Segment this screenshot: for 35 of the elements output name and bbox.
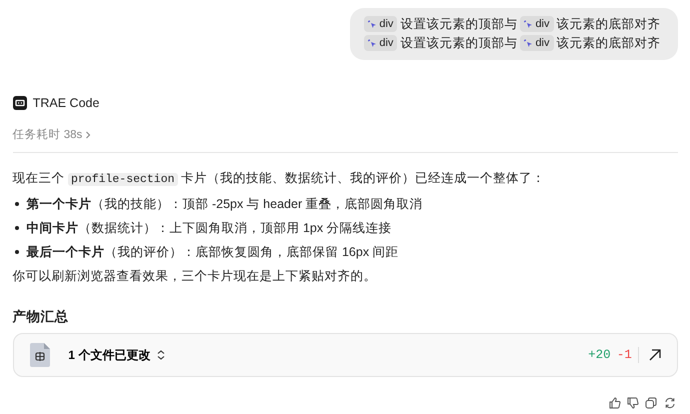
bullet-dot — [14, 202, 18, 206]
paragraph: 你可以刷新浏览器查看效果，三个卡片现在是上下紧贴对齐的。 — [12, 268, 378, 285]
chevron-right-icon[interactable] — [85, 131, 92, 140]
app-logo-icon — [12, 96, 26, 110]
assistant-name: TRAE Code — [32, 95, 100, 112]
file-icon — [30, 343, 50, 368]
message-text: 设置该元素的顶部与 — [400, 16, 518, 33]
element-chip[interactable]: div — [520, 35, 554, 51]
message-text: 该元素的底部对齐 — [556, 16, 660, 33]
list-item-text: 最后一个卡片（我的评价）：底部恢复圆角，底部保留 16px 间距 — [26, 245, 399, 259]
message-text: 该元素的底部对齐 — [556, 35, 660, 52]
list-item-text: 中间卡片（数据统计）：上下圆角取消，顶部用 1px 分隔线连接 — [26, 221, 392, 235]
message-text: 设置该元素的顶部与 — [400, 35, 518, 52]
cursor-click-icon — [368, 20, 378, 28]
bullet-dot — [14, 226, 18, 230]
cursor-click-icon — [524, 38, 534, 48]
thumbs-up-icon[interactable] — [608, 397, 621, 410]
lines-added: +20 — [588, 346, 611, 364]
cursor-click-icon — [368, 38, 378, 48]
cursor-click-icon — [524, 20, 534, 28]
bullet-dot — [14, 250, 18, 254]
element-chip[interactable]: div — [364, 35, 398, 51]
lines-removed: -1 — [616, 346, 632, 364]
files-changed-toggle[interactable]: 1 个文件已更改 — [68, 346, 165, 364]
element-chip[interactable]: div — [520, 16, 554, 32]
list-item-text: 第一个卡片（我的技能）：顶部 -25px 与 header 重叠，底部圆角取消 — [26, 197, 423, 211]
copy-icon[interactable] — [645, 397, 658, 410]
expand-collapse-icon — [156, 350, 165, 360]
section-title: 产物汇总 — [12, 308, 70, 326]
open-arrow-icon[interactable] — [648, 349, 660, 362]
refresh-icon[interactable] — [664, 397, 676, 410]
element-chip[interactable]: div — [364, 16, 398, 32]
paragraph: 现在三个 profile-section 卡片（我的技能、数据统计、我的评价）已经连成一个整体了： — [12, 170, 546, 188]
thumbs-down-icon[interactable] — [627, 397, 639, 410]
task-duration: 任务耗时 38s — [12, 128, 82, 143]
